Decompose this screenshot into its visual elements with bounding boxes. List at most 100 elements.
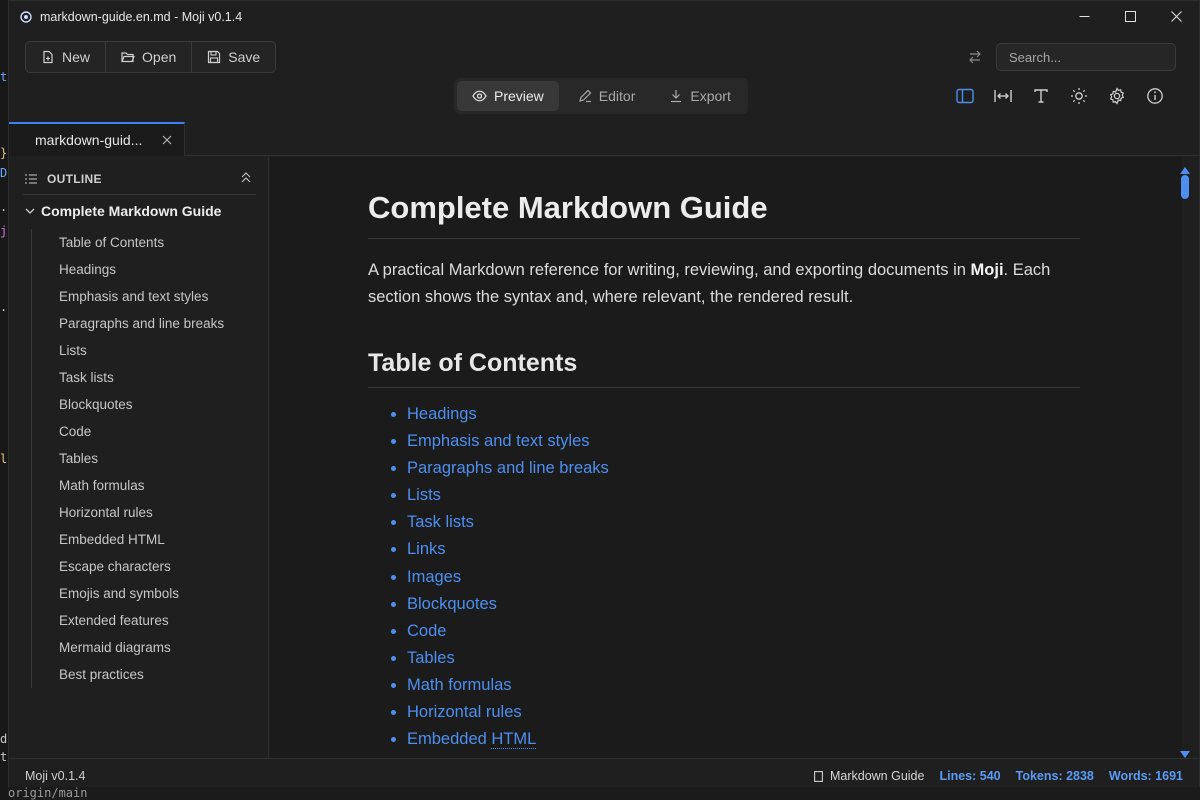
toc-link[interactable]: Paragraphs and line breaks xyxy=(407,455,1080,482)
intro-bold: Moji xyxy=(970,261,1004,279)
download-icon xyxy=(671,90,682,103)
toc-link[interactable]: Horizontal rules xyxy=(407,699,1080,726)
status-stats: Markdown Guide Lines: 540 Tokens: 2838 W… xyxy=(814,769,1183,783)
open-button-label: Open xyxy=(142,49,177,65)
background-terminal: t } D . j . l d t xyxy=(0,0,8,800)
outline-item[interactable]: Lists xyxy=(59,337,224,364)
toc-link[interactable]: Headings xyxy=(407,401,1080,428)
document-body: Complete Markdown Guide A practical Mark… xyxy=(368,157,1080,753)
chevron-down-icon xyxy=(25,208,35,214)
outline-item[interactable]: Blockquotes xyxy=(59,391,224,418)
document-icon xyxy=(814,770,823,782)
outline-root-item[interactable]: Complete Markdown Guide xyxy=(25,203,221,219)
collapse-all-icon[interactable] xyxy=(240,171,252,190)
outline-header: OUTLINE xyxy=(23,163,256,195)
save-button[interactable]: Save xyxy=(192,42,275,72)
outline-item[interactable]: Task lists xyxy=(59,364,224,391)
lines-count: Lines: 540 xyxy=(939,769,1001,783)
sidebar-toggle-icon[interactable] xyxy=(953,85,977,107)
status-document: Markdown Guide xyxy=(814,769,925,783)
toc-link[interactable]: Blockquotes xyxy=(407,591,1080,618)
export-tab-label: Export xyxy=(690,88,731,104)
new-button[interactable]: New xyxy=(26,42,107,72)
open-button[interactable]: Open xyxy=(106,42,193,72)
document-tab[interactable]: markdown-guid... xyxy=(9,122,185,156)
mode-switcher: Preview Editor Export xyxy=(454,78,748,114)
document-title: Complete Markdown Guide xyxy=(368,190,1080,239)
toc-link[interactable]: Tables xyxy=(407,645,1080,672)
outline-item[interactable]: Best practices xyxy=(59,661,224,688)
words-count: Words: 1691 xyxy=(1108,769,1183,783)
folder-open-icon xyxy=(121,52,135,63)
outline-item[interactable]: Embedded HTML xyxy=(59,526,224,553)
minimize-button[interactable] xyxy=(1061,1,1107,32)
intro-text: A practical Markdown reference for writi… xyxy=(368,261,971,279)
pencil-icon xyxy=(578,89,592,103)
outline-item[interactable]: Escape characters xyxy=(59,553,224,580)
minimize-icon xyxy=(1079,16,1089,17)
save-button-label: Save xyxy=(228,49,261,65)
window-title: markdown-guide.en.md - Moji v0.1.4 xyxy=(40,9,243,24)
toc-link[interactable]: Images xyxy=(407,564,1080,591)
settings-gear-icon[interactable] xyxy=(1105,85,1129,107)
typography-icon[interactable] xyxy=(1029,85,1053,107)
editor-tab-label: Editor xyxy=(598,88,636,104)
outline-item[interactable]: Emphasis and text styles xyxy=(59,283,224,310)
eye-icon xyxy=(472,90,487,102)
toc-link[interactable]: Math formulas xyxy=(407,672,1080,699)
file-actions: New Open Save xyxy=(25,41,277,73)
scrollbar-thumb[interactable] xyxy=(1181,175,1189,199)
outline-item[interactable]: Mermaid diagrams xyxy=(59,634,224,661)
list-icon xyxy=(25,173,37,184)
preview-pane: Complete Markdown Guide A practical Mark… xyxy=(270,157,1182,758)
outline-item[interactable]: Headings xyxy=(59,256,224,283)
app-logo-icon xyxy=(19,10,33,24)
toc-link[interactable]: Code xyxy=(407,618,1080,645)
theme-sun-icon[interactable] xyxy=(1067,85,1091,107)
outline-title: OUTLINE xyxy=(47,171,102,186)
search-input[interactable] xyxy=(996,43,1176,71)
width-toggle-icon[interactable] xyxy=(991,85,1015,107)
maximize-icon xyxy=(1124,11,1136,22)
toc-link[interactable]: Lists xyxy=(407,482,1080,509)
outline-item[interactable]: Math formulas xyxy=(59,472,224,499)
save-icon xyxy=(208,50,221,64)
toc-link[interactable]: Emphasis and text styles xyxy=(407,428,1080,455)
intro-paragraph: A practical Markdown reference for writi… xyxy=(368,257,1080,311)
outline-item[interactable]: Table of Contents xyxy=(59,229,224,256)
outline-item[interactable]: Paragraphs and line breaks xyxy=(59,310,224,337)
app-version: Moji v0.1.4 xyxy=(25,769,86,783)
toc-link[interactable]: Task lists xyxy=(407,509,1080,536)
outline-item[interactable]: Tables xyxy=(59,445,224,472)
close-icon xyxy=(1170,11,1182,22)
outline-item[interactable]: Horizontal rules xyxy=(59,499,224,526)
toc-link-abbr: HTML xyxy=(491,730,537,750)
editor-tab[interactable]: Editor xyxy=(563,81,651,111)
close-window-button[interactable] xyxy=(1153,1,1199,32)
preview-tab[interactable]: Preview xyxy=(457,81,559,111)
toc-link-text: Embedded xyxy=(407,730,492,749)
outline-sidebar: OUTLINE Complete Markdown Guide Table of… xyxy=(9,157,269,758)
maximize-button[interactable] xyxy=(1107,1,1153,32)
title-bar: markdown-guide.en.md - Moji v0.1.4 xyxy=(9,1,1199,32)
view-toolbar xyxy=(953,85,1167,107)
outline-item[interactable]: Emojis and symbols xyxy=(59,580,224,607)
tokens-count: Tokens: 2838 xyxy=(1015,769,1094,783)
outline-item[interactable]: Extended features xyxy=(59,607,224,634)
status-bar: Moji v0.1.4 Markdown Guide Lines: 540 To… xyxy=(9,758,1199,787)
swap-icon[interactable] xyxy=(967,50,983,69)
toc-link[interactable]: Links xyxy=(407,536,1080,563)
document-tab-label: markdown-guid... xyxy=(35,132,143,148)
export-tab[interactable]: Export xyxy=(654,81,745,111)
background-terminal-text: origin/main xyxy=(8,786,88,800)
outline-item[interactable]: Code xyxy=(59,418,224,445)
preview-tab-label: Preview xyxy=(494,88,544,104)
outline-root-label: Complete Markdown Guide xyxy=(41,203,222,219)
close-tab-icon[interactable] xyxy=(162,132,172,148)
toc-list: HeadingsEmphasis and text stylesParagrap… xyxy=(368,401,1080,753)
toc-link[interactable]: Embedded HTML xyxy=(407,726,1080,753)
new-button-label: New xyxy=(62,49,91,65)
info-icon[interactable] xyxy=(1143,85,1167,107)
status-document-name: Markdown Guide xyxy=(829,769,925,783)
window-controls xyxy=(1061,1,1199,32)
